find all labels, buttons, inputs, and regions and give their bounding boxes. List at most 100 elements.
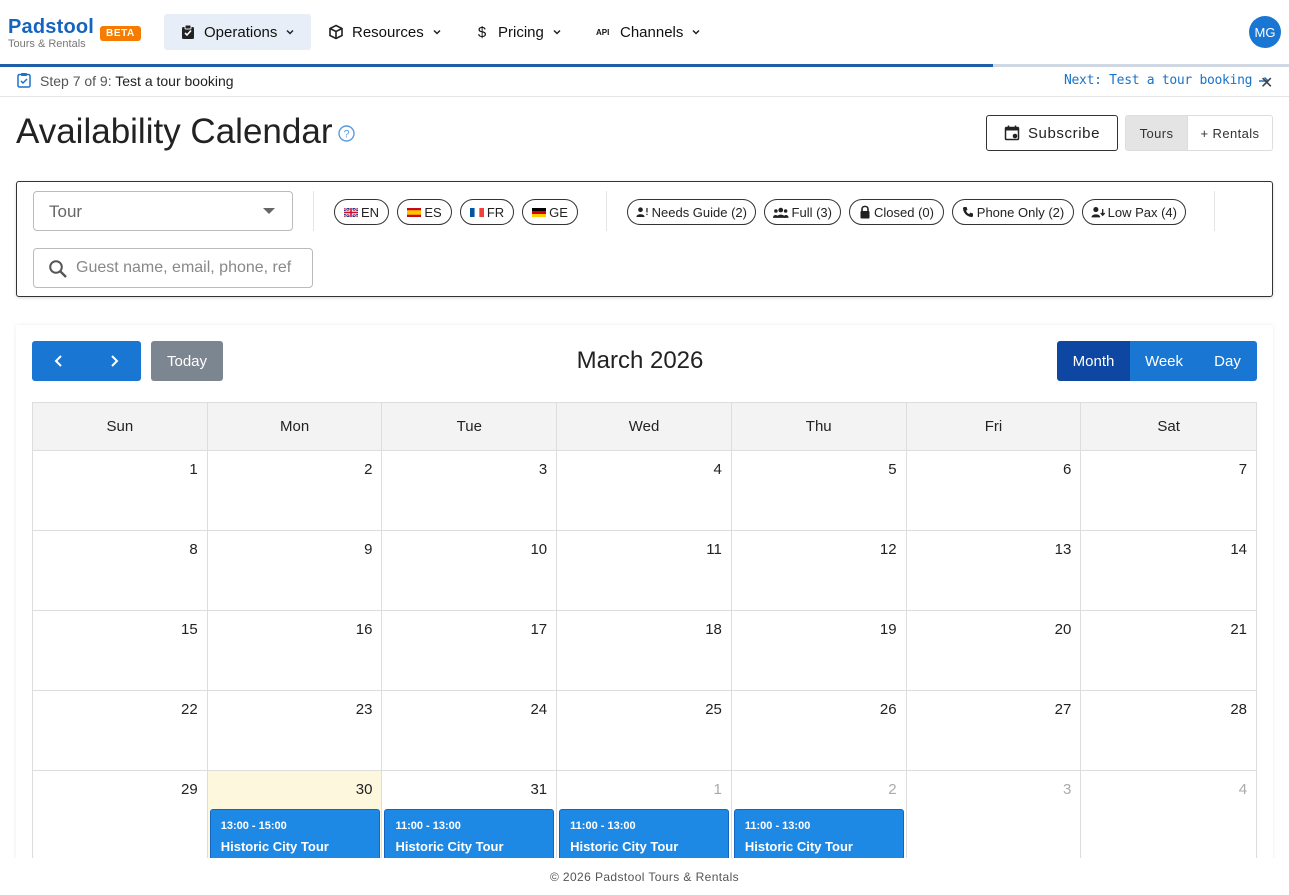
day-cell[interactable]: 17 xyxy=(382,611,558,690)
day-cell[interactable]: 7 xyxy=(1081,451,1256,530)
day-cell[interactable]: 13 xyxy=(907,531,1082,610)
chevron-down-icon xyxy=(553,29,561,35)
spain-flag-icon xyxy=(407,207,422,217)
today-button[interactable]: Today xyxy=(151,341,223,381)
subscribe-label: Subscribe xyxy=(1027,124,1101,142)
day-number: 23 xyxy=(355,701,373,718)
svg-text:?: ? xyxy=(343,129,349,141)
day-cell[interactable]: 22 xyxy=(33,691,208,770)
nav-resources[interactable]: Resources xyxy=(312,14,458,50)
day-cell[interactable]: 10 xyxy=(382,531,558,610)
dollar-icon: $ xyxy=(477,23,487,41)
language-chip-en[interactable]: EN xyxy=(334,199,389,225)
status-chip-closed[interactable]: Closed (0) xyxy=(849,199,944,225)
brand-logo[interactable]: Padstool Tours & Rentals xyxy=(8,16,94,50)
tour-select[interactable]: Tour xyxy=(33,191,293,231)
help-icon[interactable]: ? xyxy=(338,125,355,142)
day-cell[interactable]: 24 xyxy=(382,691,558,770)
day-cell[interactable]: 15 xyxy=(33,611,208,690)
chevron-left-icon xyxy=(54,355,62,367)
day-cell[interactable]: 9 xyxy=(208,531,383,610)
day-cell[interactable]: 2 xyxy=(208,451,383,530)
day-cell[interactable]: 11 xyxy=(557,531,732,610)
view-switcher: Month Week Day xyxy=(1057,341,1257,381)
language-chip-ge[interactable]: GE xyxy=(522,199,578,225)
day-number: 19 xyxy=(879,621,897,638)
germany-flag-icon xyxy=(532,207,547,217)
nav-operations-label: Operations xyxy=(204,23,278,41)
day-number: 9 xyxy=(364,541,373,558)
day-cell[interactable]: 26 xyxy=(732,691,907,770)
day-cell[interactable]: 14 xyxy=(1081,531,1256,610)
onboarding-stepbar: Step 7 of 9: Test a tour booking Next: T… xyxy=(0,67,1289,97)
day-cell[interactable]: 23 xyxy=(208,691,383,770)
search-icon xyxy=(49,260,67,278)
guest-search-input[interactable] xyxy=(76,250,308,286)
user-avatar[interactable]: MG xyxy=(1249,16,1281,48)
day-number: 16 xyxy=(355,621,373,638)
day-number: 22 xyxy=(181,701,198,718)
status-chip-full[interactable]: Full (3) xyxy=(764,199,841,225)
language-chip-fr[interactable]: FR xyxy=(460,199,514,225)
day-number: 26 xyxy=(879,701,897,718)
subscribe-button[interactable]: Subscribe xyxy=(986,115,1118,151)
next-step-label: Next: Test a tour booking xyxy=(1064,73,1253,88)
day-number: 1 xyxy=(189,461,198,478)
next-step-link[interactable]: Next: Test a tour booking xyxy=(1064,73,1270,88)
close-icon[interactable]: ✕ xyxy=(1260,73,1273,93)
day-number: 15 xyxy=(181,621,198,638)
page-title: Availability Calendar xyxy=(16,112,333,151)
language-chip-label: GE xyxy=(549,204,568,220)
day-cell[interactable]: 21 xyxy=(1081,611,1256,690)
chevron-down-icon xyxy=(433,29,441,35)
nav-channels[interactable]: API Channels xyxy=(580,14,717,50)
nav-operations[interactable]: Operations xyxy=(164,14,312,50)
toggle-tours[interactable]: Tours xyxy=(1126,116,1187,150)
day-cell[interactable]: 27 xyxy=(907,691,1082,770)
status-chip-phone-only[interactable]: Phone Only (2) xyxy=(952,199,1074,225)
day-cell[interactable]: 25 xyxy=(557,691,732,770)
chevron-down-icon xyxy=(286,29,294,35)
guest-search-field[interactable] xyxy=(33,248,313,288)
prev-month-button[interactable] xyxy=(32,341,87,381)
nav-pricing[interactable]: $ Pricing xyxy=(458,14,578,50)
day-number: 30 xyxy=(355,781,373,798)
status-chip-needs-guide[interactable]: Needs Guide (2) xyxy=(627,199,756,225)
nav-channels-label: Channels xyxy=(620,23,684,41)
brand-name: Padstool xyxy=(8,16,95,38)
day-cell[interactable]: 1 xyxy=(33,451,208,530)
status-chip-low-pax[interactable]: Low Pax (4) xyxy=(1082,199,1186,225)
day-cell[interactable]: 8 xyxy=(33,531,208,610)
status-chip-label: Needs Guide (2) xyxy=(651,204,747,220)
day-cell[interactable]: 18 xyxy=(557,611,732,690)
day-cell[interactable]: 20 xyxy=(907,611,1082,690)
day-cell[interactable]: 16 xyxy=(208,611,383,690)
view-month-button[interactable]: Month xyxy=(1057,341,1130,381)
day-cell[interactable]: 19 xyxy=(732,611,907,690)
day-number: 8 xyxy=(189,541,198,558)
next-month-button[interactable] xyxy=(87,341,142,381)
day-cell[interactable]: 4 xyxy=(557,451,732,530)
event-time: 11:00 - 13:00 xyxy=(395,820,461,832)
day-number: 28 xyxy=(1230,701,1248,718)
day-number: 2 xyxy=(364,461,373,478)
day-number: 12 xyxy=(879,541,897,558)
weekday-header: Wed xyxy=(557,403,732,450)
clipboard-check-icon xyxy=(182,24,194,39)
lock-icon xyxy=(860,205,870,219)
view-week-button[interactable]: Week xyxy=(1130,341,1198,381)
calendar-card: Today March 2026 Month Week Day Sun Mon … xyxy=(16,325,1273,891)
day-cell[interactable]: 6 xyxy=(907,451,1082,530)
event-time: 11:00 - 13:00 xyxy=(570,820,636,832)
day-number: 4 xyxy=(713,461,722,478)
day-cell[interactable]: 12 xyxy=(732,531,907,610)
box-icon xyxy=(329,24,343,40)
day-cell[interactable]: 5 xyxy=(732,451,907,530)
toggle-rentals[interactable]: + Rentals xyxy=(1187,116,1272,150)
day-cell[interactable]: 28 xyxy=(1081,691,1256,770)
language-chip-es[interactable]: ES xyxy=(397,199,452,225)
person-alert-icon xyxy=(636,207,648,217)
day-cell[interactable]: 3 xyxy=(382,451,558,530)
france-flag-icon xyxy=(469,207,484,217)
view-day-button[interactable]: Day xyxy=(1198,341,1257,381)
